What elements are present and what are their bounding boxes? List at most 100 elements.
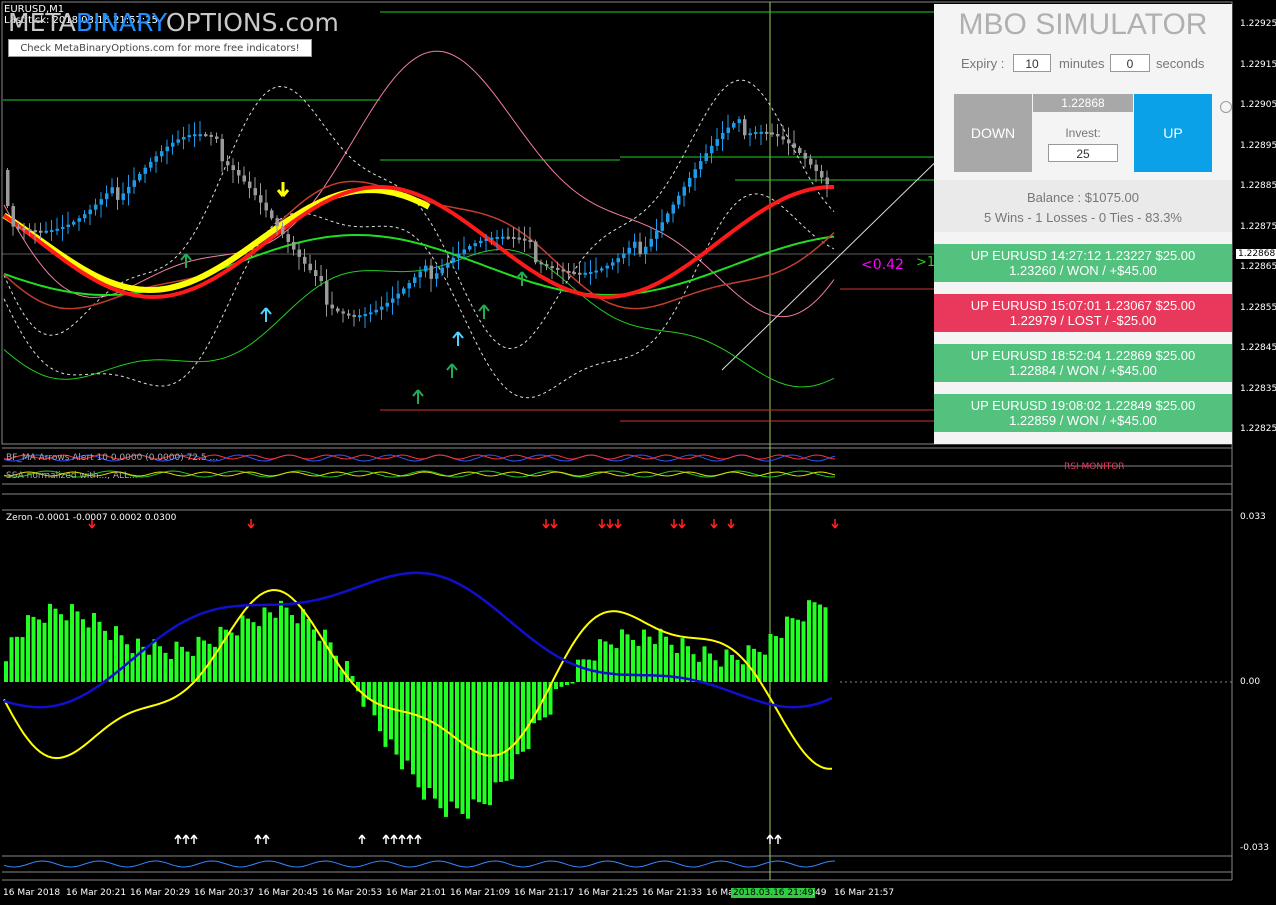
zeron-histogram-bar	[466, 682, 470, 819]
candle-body	[39, 230, 43, 233]
zeron-histogram-bar	[86, 627, 91, 682]
candle-body	[743, 119, 747, 136]
expiry-seconds-input[interactable]: 0	[1110, 54, 1150, 72]
up-arrow-icon	[254, 834, 262, 844]
expiry-label: Expiry :	[961, 56, 1005, 71]
candle-body	[314, 270, 318, 276]
time-axis-label: 16 Mar 20:21	[66, 888, 127, 898]
candle-body	[418, 271, 422, 278]
zeron-histogram-bar	[636, 646, 641, 682]
down-arrow-icon	[678, 519, 686, 529]
candle-body	[671, 204, 675, 214]
candle-body	[28, 229, 32, 232]
current-price-tag: 1.22868	[1236, 249, 1276, 259]
trade-line1: UP EURUSD 19:08:02 1.22849 $25.00	[970, 398, 1196, 413]
zeron-histogram-bar	[119, 635, 124, 682]
zeron-histogram-bar	[147, 654, 151, 682]
zeron-histogram-bar	[405, 682, 410, 761]
candle-body	[512, 236, 516, 239]
price-axis-label: 1.22845	[1240, 343, 1276, 353]
candle-body	[506, 236, 510, 239]
zeron-histogram-bar	[510, 682, 514, 780]
candle-body	[33, 230, 37, 233]
candle-body	[583, 272, 587, 275]
zeron-histogram-bar	[493, 682, 498, 783]
bollinger-upper	[3, 79, 835, 350]
candle-body	[633, 241, 637, 248]
up-arrow-icon	[260, 307, 272, 322]
zeron-histogram-bar	[504, 682, 509, 781]
zeron-histogram-bar	[218, 626, 223, 682]
candle-body	[468, 246, 472, 250]
zeron-histogram-bar	[268, 612, 272, 682]
candle-body	[176, 139, 180, 143]
price-axis-label: 1.22825	[1240, 424, 1276, 434]
zeron-histogram-bar	[455, 682, 459, 809]
candle-body	[534, 241, 538, 263]
zeron-histogram-bar	[477, 682, 481, 803]
candle-body	[754, 132, 758, 135]
price-axis-label: 1.22885	[1240, 181, 1276, 191]
zeron-histogram-bar	[488, 682, 492, 806]
zeron-histogram-bar	[42, 622, 47, 682]
zeron-histogram-bar	[449, 682, 454, 802]
down-arrow-icon	[606, 519, 614, 529]
candle-body	[457, 253, 461, 258]
candle-body	[424, 265, 428, 272]
candle-body	[490, 237, 494, 240]
candle-body	[17, 226, 21, 229]
up-arrow-icon	[774, 834, 782, 844]
candle-body	[127, 186, 131, 194]
time-axis-label: 16 Mar 21:09	[450, 888, 511, 898]
trade-row: UP EURUSD 19:08:02 1.22849 $25.00 1.2285…	[934, 394, 1232, 432]
candle-body	[600, 268, 604, 271]
candle-body	[143, 167, 147, 174]
candle-body	[121, 193, 125, 200]
candle-body	[72, 221, 76, 225]
zeron-histogram-bar	[499, 682, 503, 782]
zeron-histogram-bar	[158, 646, 162, 682]
trade-row: UP EURUSD 15:07:01 1.23067 $25.00 1.2297…	[934, 294, 1232, 332]
zeron-histogram-bar	[823, 607, 828, 682]
zeron-histogram-bar	[724, 649, 729, 682]
expiry-minutes-input[interactable]: 10	[1013, 54, 1051, 72]
zeron-histogram-bar	[240, 615, 245, 682]
candle-body	[44, 230, 48, 233]
candle-body	[627, 247, 631, 254]
up-arrow-icon	[478, 304, 490, 319]
candle-body	[171, 142, 175, 147]
trade-row: UP EURUSD 14:27:12 1.23227 $25.00 1.2326…	[934, 244, 1232, 282]
up-arrow-icon	[190, 834, 198, 844]
up-button[interactable]: UP	[1134, 94, 1212, 172]
candle-body	[413, 277, 417, 283]
zeron-histogram-bar	[565, 682, 569, 685]
promo-button[interactable]: Check MetaBinaryOptions.com for more fre…	[8, 39, 312, 57]
candle-body	[270, 210, 274, 219]
candle-body	[149, 161, 153, 168]
candle-body	[77, 218, 81, 222]
zeron-histogram-bar	[427, 682, 432, 789]
candle-body	[138, 173, 142, 181]
candle-body	[479, 240, 483, 244]
down-button[interactable]: DOWN	[954, 94, 1032, 172]
zeron-histogram-bar	[81, 619, 85, 682]
candle-body	[88, 209, 92, 215]
invest-input[interactable]: 25	[1048, 144, 1118, 162]
zeron-histogram-bar	[279, 600, 283, 682]
candle-body	[105, 193, 109, 200]
zeron-histogram-bar	[686, 646, 690, 682]
down-arrow-icon	[710, 519, 718, 529]
candle-body	[776, 134, 780, 137]
candle-body	[110, 187, 114, 194]
zeron-histogram-bar	[807, 600, 811, 682]
price-axis-label: 1.22915	[1240, 59, 1276, 70]
invest-label: Invest:	[1065, 126, 1101, 140]
up-arrow-icon	[398, 834, 406, 844]
candle-body	[154, 156, 158, 162]
zeron-histogram-bar	[136, 638, 140, 682]
candle-body	[391, 298, 395, 303]
zeron-histogram-bar	[460, 682, 465, 814]
zeron-histogram-bar	[229, 632, 234, 682]
zeron-axis-label: 0.00	[1240, 677, 1261, 687]
seconds-label: seconds	[1156, 56, 1205, 71]
